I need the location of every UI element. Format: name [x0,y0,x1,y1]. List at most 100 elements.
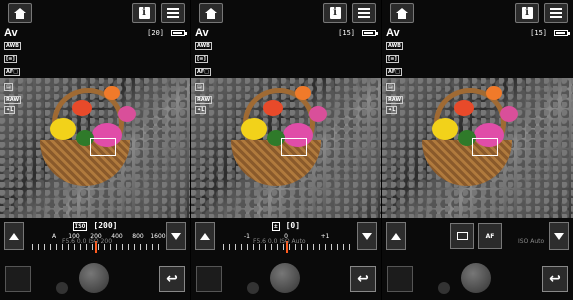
scale-label: 1600 [150,233,166,240]
up-icon [200,232,210,240]
live-view-panel-af: i Av [15] AWB [≡] AF□ ▤ RAW ✦L AF ISO Au… [382,0,573,300]
info-button[interactable]: i [515,3,539,23]
home-icon [205,7,217,19]
white-balance-icon: AWB [4,42,21,50]
af-frame[interactable] [90,138,116,156]
size-icon: ✦L [4,106,16,114]
white-balance-icon: AWB [195,42,212,50]
raw-icon: RAW [195,96,213,104]
af-frame[interactable] [472,138,498,156]
up-icon [391,232,401,240]
shots-remaining: [15] [530,29,547,37]
metering-icon: [≡] [195,55,208,63]
shutter-button[interactable] [270,263,300,293]
flower [72,100,92,116]
flower [118,106,136,122]
bottom-bar: ↩ [382,262,573,300]
back-button[interactable]: ↩ [542,266,568,292]
bottom-bar: ↩ [191,262,381,300]
size-icon: ✦L [386,106,398,114]
info-icon: i [521,7,533,19]
battery-icon [171,30,187,36]
af-mode-icon: AF□ [386,68,403,76]
info-button[interactable]: i [132,3,156,23]
menu-button[interactable] [352,3,376,23]
iso-scale[interactable]: A 100 200 400 800 1600 [32,233,166,257]
menu-icon [550,8,562,18]
shooting-mode: Av [195,27,209,39]
af-frame-icon [456,232,468,240]
basket [40,140,130,186]
exposure-scale[interactable]: -1 0 +1 [223,233,351,257]
raw-icon: RAW [386,96,404,104]
af-mode-button[interactable]: AF [478,223,502,249]
scale-label: A [51,233,57,240]
live-view-image[interactable]: ▤ RAW ✦L [0,78,190,218]
shooting-mode: Av [386,27,400,39]
home-button[interactable] [199,3,223,23]
menu-button[interactable] [161,3,185,23]
af-frame[interactable] [281,138,307,156]
live-view-image[interactable]: ▤ RAW ✦L [191,78,381,218]
battery-icon [554,30,570,36]
flower [50,118,76,140]
image-quality-icon: ▤ [386,83,395,91]
iso-tag: ISO [72,222,88,231]
shooting-mode: Av [4,27,18,39]
home-icon [14,7,26,19]
flower [241,118,267,140]
menu-icon [167,8,179,18]
top-bar: i [0,0,190,26]
battery-icon [362,30,378,36]
menu-button[interactable] [544,3,568,23]
flower [295,86,311,100]
basket [422,140,512,186]
down-icon [171,232,181,240]
exposure-comp-value: [0] [285,221,301,230]
exposure-readout: F5.6 0.0 ISO 200 [62,238,113,245]
home-button[interactable] [390,3,414,23]
flower [486,86,502,100]
top-bar: i [191,0,381,26]
scale-label: +1 [320,233,330,240]
home-icon [396,7,408,19]
back-button[interactable]: ↩ [350,266,376,292]
basket [231,140,321,186]
scale-label: 800 [132,233,144,240]
flower [263,100,283,116]
flower [454,100,474,116]
live-view-panel-exposure: i Av [15] AWB [≡] AF□ ▤ RAW ✦L ± [0] -1 0… [191,0,381,300]
exposure-readout: F5.6 0.0 ISO Auto [253,238,306,245]
home-button[interactable] [8,3,32,23]
info-icon: i [329,7,341,19]
af-area-single-button[interactable] [450,223,474,249]
image-quality-icon: ▤ [4,83,13,91]
exposure-comp-tag: ± [271,222,280,231]
white-balance-icon: AWB [386,42,403,50]
setting-title: ISO [200] [0,221,190,231]
size-icon: ✦L [195,106,207,114]
af-button[interactable] [438,282,450,294]
shutter-button[interactable] [79,263,109,293]
info-button[interactable]: i [323,3,347,23]
back-button[interactable]: ↩ [159,266,185,292]
live-view-panel-iso: i Av [20] AWB [≡] AF□ ▤ RAW ✦L ISO [200] … [0,0,190,300]
setting-title: ± [0] [191,221,381,231]
scroll-down-button[interactable] [549,222,569,250]
top-bar: i [382,0,573,26]
playback-thumbnail[interactable] [5,266,31,292]
playback-thumbnail[interactable] [196,266,222,292]
scroll-up-button[interactable] [386,222,406,250]
shutter-button[interactable] [461,263,491,293]
live-view-image[interactable]: ▤ RAW ✦L [382,78,573,218]
metering-icon: [≡] [386,55,399,63]
scale-label: 400 [111,233,123,240]
down-icon [554,232,564,240]
af-button[interactable] [56,282,68,294]
playback-thumbnail[interactable] [387,266,413,292]
af-mode-icon: AF□ [4,68,21,76]
bottom-bar: ↩ [0,262,190,300]
af-mode-label: AF [485,232,495,240]
af-button[interactable] [247,282,259,294]
iso-readout: ISO Auto [518,238,545,245]
